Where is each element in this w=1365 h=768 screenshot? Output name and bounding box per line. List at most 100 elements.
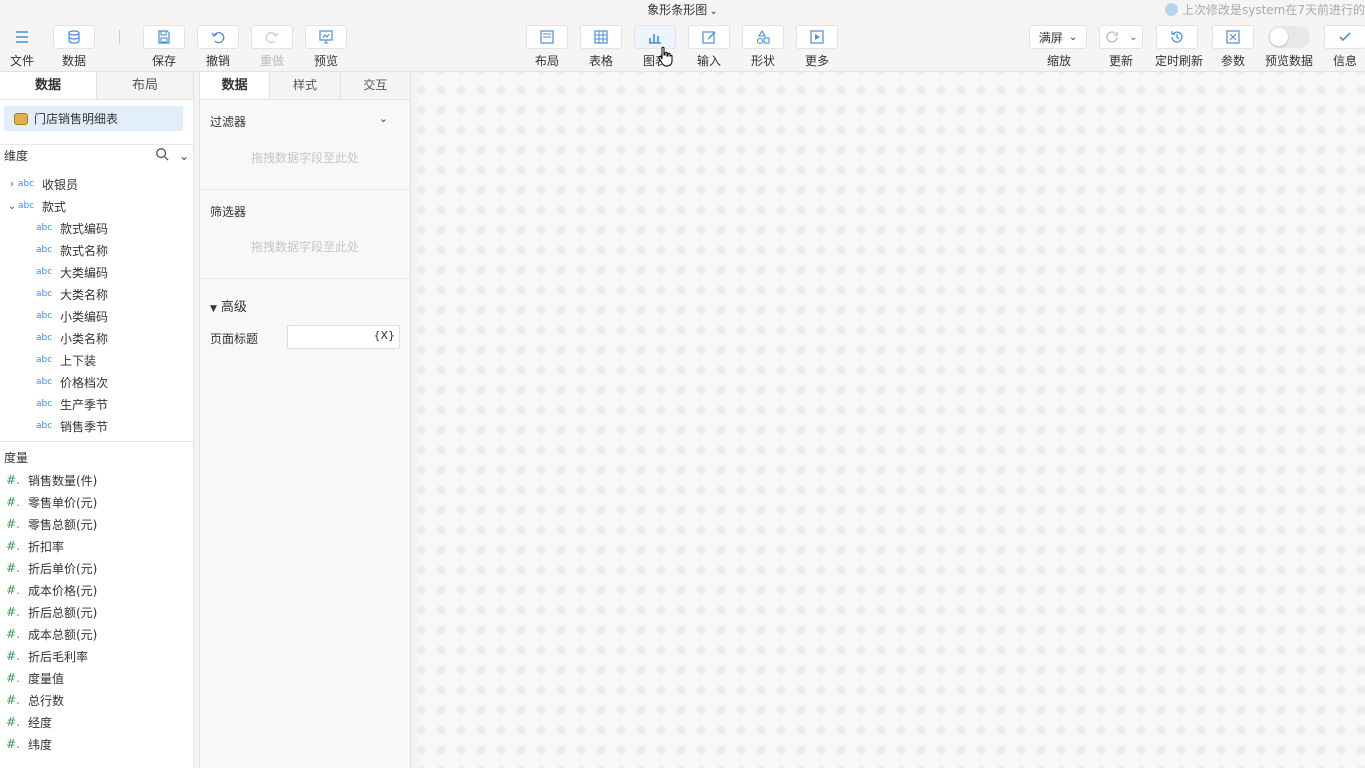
toolbar-divider [119,30,120,44]
dimension-field[interactable]: abc 大类名称 [36,283,108,305]
dimension-field[interactable]: abc 小类名称 [36,327,108,349]
dimension-field[interactable]: abc 生产季节 [36,393,108,415]
preview-button[interactable]: 预览 [304,25,348,69]
measure-field[interactable]: #. 纬度 [6,733,52,755]
tab-data[interactable]: 数据 [0,72,97,99]
text-type-icon: abc [36,377,53,387]
section-divider [200,278,410,279]
left-tabs: 数据 布局 [0,72,193,100]
measure-field-label: 度量值 [28,671,65,686]
params-button[interactable]: 参数 [1211,25,1255,69]
timed-refresh-label: 定时刷新 [1155,54,1204,68]
page-title-field[interactable]: {X} [287,325,400,349]
dimension-field[interactable]: abc 款式名称 [36,239,108,261]
measure-field[interactable]: #. 零售总额(元) [6,513,97,535]
data-button[interactable]: 数据 [52,25,96,69]
dimension-field-label: 大类名称 [60,287,109,302]
dimension-field[interactable]: abc 销售季节 [36,415,108,437]
toggle-knob [1270,28,1288,46]
report-title[interactable]: 象形条形图 ⌄ [0,1,1365,18]
shape-button[interactable]: 形状 [741,25,785,69]
chevron-down-icon[interactable]: ⌄ [1129,32,1137,43]
measure-field[interactable]: #. 零售单价(元) [6,491,97,513]
redo-icon [265,32,279,44]
measure-field[interactable]: #. 销售数量(件) [6,469,97,491]
page-title-label: 页面标题 [210,332,259,346]
info-button[interactable]: 信息 [1323,25,1365,69]
filter-drop-zone[interactable]: 拖拽数据字段至此处 [200,149,410,166]
measure-field-label: 销售数量(件) [28,473,98,488]
tab-data[interactable]: 数据 [200,72,271,99]
chevron-down-icon[interactable]: ⌄ [379,112,388,125]
measure-field-label: 零售单价(元) [28,495,98,510]
preview-data-toggle[interactable]: 预览数据 [1262,25,1316,69]
page-title-input[interactable] [288,326,378,348]
measure-field[interactable]: #. 折扣率 [6,535,64,557]
dimension-field[interactable]: abc 大类编码 [36,261,108,283]
chevron-down-icon[interactable]: ⌄ [179,149,189,163]
measure-field[interactable]: #. 折后单价(元) [6,557,97,579]
dimension-field-label: 上下装 [60,353,97,368]
advanced-toggle[interactable]: ▼ 高级 [210,296,247,315]
measure-field[interactable]: #. 度量值 [6,667,64,689]
dataset-name: 门店销售明细表 [34,112,119,126]
dimension-field[interactable]: ⌄ abc 款式 [6,195,66,217]
refresh-button[interactable]: ⌄ 更新 [1099,25,1143,69]
dimension-field-label: 小类名称 [60,331,109,346]
file-button[interactable]: 文件 [0,25,44,69]
chevron-right-icon[interactable]: › [6,179,18,190]
bar-chart-icon [649,34,661,44]
undo-button[interactable]: 撤销 [196,25,240,69]
refresh-icon [1106,31,1119,43]
layout-button[interactable]: 布局 [525,25,569,69]
measure-field[interactable]: #. 成本总额(元) [6,623,97,645]
dimension-field-label: 价格档次 [60,375,109,390]
table-button[interactable]: 表格 [579,25,623,69]
dataset-item[interactable]: 门店销售明细表 [4,106,183,131]
save-button[interactable]: 保存 [142,25,186,69]
input-label: 输入 [696,54,721,68]
selector-drop-zone[interactable]: 拖拽数据字段至此处 [200,238,410,255]
toggle-switch[interactable] [1268,26,1310,48]
report-title-text: 象形条形图 [647,3,708,17]
timed-refresh-button[interactable]: 定时刷新 [1155,25,1204,69]
chevron-down-icon[interactable]: ⌄ [6,201,18,212]
check-icon [1339,32,1351,42]
hand-cursor-icon [658,46,673,67]
dimension-field-label: 生产季节 [60,397,109,412]
layout-icon [540,30,554,44]
measure-field[interactable]: #. 成本价格(元) [6,579,97,601]
measure-field-label: 成本价格(元) [28,583,98,598]
variable-icon[interactable]: {X} [373,329,395,342]
dimension-field[interactable]: › abc 收银员 [6,173,78,195]
property-tabs: 数据 样式 交互 [200,72,410,100]
dimension-field[interactable]: abc 价格档次 [36,371,108,393]
dimension-field-label: 款式编码 [60,221,109,236]
tab-layout[interactable]: 布局 [97,72,193,99]
measure-field[interactable]: #. 总行数 [6,689,64,711]
dimension-field[interactable]: abc 小类编码 [36,305,108,327]
tab-style[interactable]: 样式 [270,72,341,99]
dimension-field[interactable]: abc 款式编码 [36,217,108,239]
number-type-icon: #. [6,517,20,531]
more-button[interactable]: 更多 [795,25,839,69]
redo-button[interactable]: 重做 [250,25,294,69]
input-button[interactable]: 输入 [687,25,731,69]
number-type-icon: #. [6,649,20,663]
advanced-label: 高级 [220,300,247,315]
search-icon[interactable] [155,147,169,164]
measure-field[interactable]: #. 经度 [6,711,52,733]
dimension-field[interactable]: abc 上下装 [36,349,96,371]
dimension-header: 维度 ⌄ [0,144,193,166]
measure-field[interactable]: #. 折后毛利率 [6,645,88,667]
dimension-label: 维度 [4,149,29,163]
dimension-field-label: 款式名称 [60,243,109,258]
property-panel: 数据 样式 交互 过滤器 ⌄ 拖拽数据字段至此处 筛选器 拖拽数据字段至此处 ▼… [199,72,411,768]
text-type-icon: abc [36,289,53,299]
measure-field[interactable]: #. 折后总额(元) [6,601,97,623]
info-label: 信息 [1332,54,1357,68]
tab-interaction[interactable]: 交互 [340,72,410,99]
design-canvas[interactable] [417,72,1365,768]
data-label: 数据 [61,54,86,68]
zoom-select[interactable]: 满屏 ⌄ 缩放 [1029,25,1089,69]
